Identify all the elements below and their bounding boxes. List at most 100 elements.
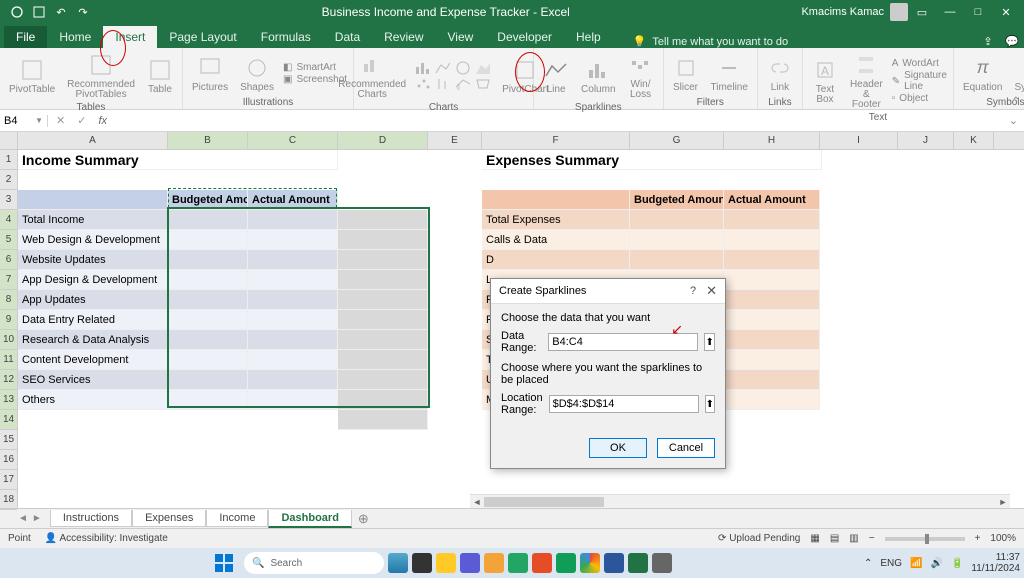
view-normal-icon[interactable]: ▦ (810, 533, 819, 544)
enter-formula-icon[interactable]: ✓ (77, 114, 86, 127)
pictures-button[interactable]: Pictures (189, 53, 231, 95)
cell[interactable] (630, 250, 724, 270)
wordart-button[interactable]: A WordArt (892, 58, 947, 69)
horizontal-scrollbar[interactable]: ◄ ► (470, 494, 1010, 508)
dialog-help-icon[interactable]: ? (690, 285, 696, 297)
tb-teams-icon[interactable] (460, 553, 480, 573)
cell[interactable] (724, 270, 820, 290)
view-layout-icon[interactable]: ▤ (830, 533, 839, 544)
row-headers[interactable]: 123456789101112131415161718 (0, 132, 18, 508)
timeline-button[interactable]: Timeline (708, 53, 751, 95)
scatter-chart-icon[interactable] (415, 77, 431, 91)
tray-lang-icon[interactable]: ENG (880, 558, 902, 569)
sheet-nav-prev-icon[interactable]: ◄ (18, 513, 28, 524)
tb-opera-icon[interactable] (532, 553, 552, 573)
scroll-right-icon[interactable]: ► (996, 497, 1010, 507)
tab-help[interactable]: Help (564, 26, 613, 48)
comments-icon[interactable]: 💬 (1000, 35, 1024, 48)
cancel-button[interactable]: Cancel (657, 438, 715, 458)
column-headers[interactable]: ABCDEFGHIJK (18, 132, 1024, 150)
cell[interactable] (18, 190, 168, 210)
signature-button[interactable]: ✎ Signature Line (892, 70, 947, 92)
tb-app2-icon[interactable] (652, 553, 672, 573)
cell[interactable]: Total Income (18, 210, 168, 230)
tb-copilot-icon[interactable] (388, 553, 408, 573)
dialog-close-icon[interactable]: ✕ (706, 283, 717, 299)
cell[interactable] (724, 210, 820, 230)
cell[interactable] (724, 310, 820, 330)
cell[interactable] (482, 190, 630, 210)
cell[interactable]: Expenses Summary (482, 150, 822, 170)
cell[interactable]: Others (18, 390, 168, 410)
tab-insert[interactable]: Insert (103, 26, 157, 48)
data-range-input[interactable] (548, 333, 698, 351)
cell[interactable] (724, 250, 820, 270)
tab-page-layout[interactable]: Page Layout (157, 26, 248, 48)
select-all-corner[interactable] (0, 132, 18, 150)
tab-file[interactable]: File (4, 26, 47, 48)
tb-excel-icon[interactable] (628, 553, 648, 573)
sparkline-winloss-button[interactable]: Win/ Loss (625, 50, 657, 102)
chart-gallery[interactable] (415, 61, 493, 91)
cell[interactable]: Calls & Data (482, 230, 630, 250)
user-area[interactable]: Kmacims Kamac (801, 3, 908, 21)
map-chart-icon[interactable] (475, 77, 491, 91)
location-range-picker-icon[interactable]: ⬆ (705, 395, 715, 413)
zoom-out-icon[interactable]: − (869, 533, 875, 544)
cell[interactable]: Research & Data Analysis (18, 330, 168, 350)
sheet-nav-next-icon[interactable]: ► (32, 513, 42, 524)
undo-icon[interactable]: ↶ (54, 5, 68, 19)
cancel-formula-icon[interactable]: ✕ (56, 114, 65, 127)
zoom-slider[interactable] (885, 537, 965, 541)
pivottable-button[interactable]: PivotTable (6, 55, 58, 97)
slicer-button[interactable]: Slicer (670, 53, 702, 95)
cell[interactable]: Budgeted Amount (630, 190, 724, 210)
tray-chevron-icon[interactable]: ⌃ (864, 558, 872, 569)
view-pagebreak-icon[interactable]: ▥ (849, 533, 858, 544)
location-range-input[interactable] (549, 395, 699, 413)
add-sheet-icon[interactable]: ⊕ (358, 511, 369, 527)
cell[interactable]: App Design & Development (18, 270, 168, 290)
status-upload[interactable]: ⟳ Upload Pending (718, 533, 800, 544)
cell[interactable]: D (482, 250, 630, 270)
scroll-left-icon[interactable]: ◄ (470, 497, 484, 507)
redo-icon[interactable]: ↷ (76, 5, 90, 19)
sheet-tab-instructions[interactable]: Instructions (50, 510, 132, 527)
name-box[interactable]: B4▼ (0, 115, 48, 127)
save-icon[interactable] (32, 5, 46, 19)
fx-icon[interactable]: fx (98, 115, 107, 127)
zoom-in-icon[interactable]: + (975, 533, 981, 544)
maximize-icon[interactable]: □ (964, 2, 992, 22)
tray-clock[interactable]: 11:37 11/11/2024 (971, 552, 1020, 574)
pie-chart-icon[interactable] (455, 61, 471, 75)
cell[interactable] (338, 410, 428, 430)
header-footer-button[interactable]: Header & Footer (847, 50, 886, 112)
status-accessibility[interactable]: 👤 Accessibility: Investigate (45, 533, 168, 544)
symbol-button[interactable]: ΩSymbol (1011, 53, 1024, 95)
tell-me[interactable]: 💡 Tell me what you want to do (633, 35, 788, 48)
shapes-button[interactable]: Shapes (237, 53, 277, 95)
share-icon[interactable]: ⇪ (976, 35, 1000, 48)
tab-formulas[interactable]: Formulas (249, 26, 323, 48)
cell[interactable]: Income Summary (18, 150, 338, 170)
sheet-tab-expenses[interactable]: Expenses (132, 510, 206, 527)
expand-formula-icon[interactable]: ⌄ (1003, 114, 1024, 127)
cell[interactable]: SEO Services (18, 370, 168, 390)
minimize-icon[interactable]: ― (936, 2, 964, 22)
tab-review[interactable]: Review (372, 26, 435, 48)
tb-task-view-icon[interactable] (412, 553, 432, 573)
tray-wifi-icon[interactable]: 📶 (910, 558, 922, 569)
object-button[interactable]: ▫ Object (892, 93, 947, 104)
cell[interactable]: Web Design & Development (18, 230, 168, 250)
link-button[interactable]: Link (764, 53, 796, 95)
cell[interactable]: Data Entry Related (18, 310, 168, 330)
cell[interactable] (724, 390, 820, 410)
cell[interactable] (724, 290, 820, 310)
tab-view[interactable]: View (436, 26, 486, 48)
tb-folder-icon[interactable] (484, 553, 504, 573)
start-button[interactable] (208, 551, 240, 575)
collapse-ribbon-icon[interactable]: ⌃ (1012, 96, 1020, 107)
cell[interactable] (630, 230, 724, 250)
cell[interactable]: App Updates (18, 290, 168, 310)
stock-chart-icon[interactable] (435, 77, 451, 91)
